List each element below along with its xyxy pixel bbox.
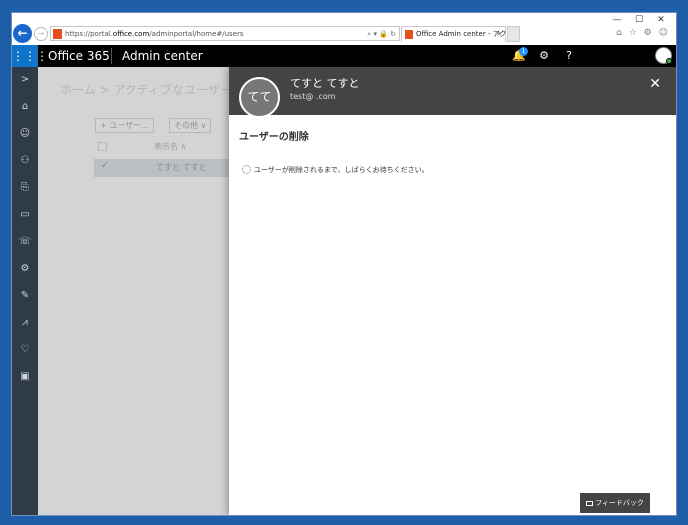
feedback-label: フィードバック xyxy=(595,499,644,507)
groups-icon: ⚇ xyxy=(20,155,30,166)
spinner-icon xyxy=(242,165,251,174)
user-avatar: てて xyxy=(239,77,280,118)
rail-setup[interactable]: ✎ xyxy=(12,285,38,307)
gear-icon: ⚙ xyxy=(539,49,549,62)
address-bar[interactable]: https://portal.office.com/adminportal/ho… xyxy=(50,26,400,41)
tab-close-icon[interactable]: × xyxy=(496,28,502,41)
app-launcher-icon[interactable]: ⋮⋮⋮ xyxy=(12,45,48,67)
account-avatar[interactable] xyxy=(655,47,672,64)
forward-button[interactable]: → xyxy=(34,27,48,41)
o365-top-bar: ⋮⋮⋮ Office 365 Admin center 🔔 1 ⚙ ? xyxy=(12,45,676,67)
user-detail-panel: てて てすと てすと test@ .com ✕ ユーザーの削除 ユーザーが削除さ… xyxy=(229,67,676,515)
feedback-icon xyxy=(586,501,594,506)
rail-support[interactable]: ☏ xyxy=(12,231,38,253)
feedback-button[interactable]: フィードバック xyxy=(580,493,650,513)
home-icon: ⌂ xyxy=(21,101,29,112)
settings-icon: ⚙ xyxy=(20,263,30,274)
section-title: ユーザーの削除 xyxy=(239,132,309,143)
notifications-button[interactable]: 🔔 1 xyxy=(507,45,531,67)
setup-icon: ✎ xyxy=(20,290,30,301)
rail-home[interactable]: ⌂ xyxy=(12,96,38,118)
rail-users[interactable]: ☺ xyxy=(12,123,38,145)
resources-icon: ⎘ xyxy=(21,182,29,193)
settings-button[interactable]: ⚙ xyxy=(532,45,556,67)
chevron-right-icon: > xyxy=(20,74,30,85)
new-tab-button[interactable] xyxy=(507,26,520,42)
back-button[interactable]: ← xyxy=(13,24,32,43)
rail-settings[interactable]: ⚙ xyxy=(12,258,38,280)
browser-nav-bar: ← → https://portal.office.com/adminporta… xyxy=(12,23,676,45)
rail-expand[interactable]: > xyxy=(12,69,38,91)
rail-admin-centers[interactable]: ▣ xyxy=(12,366,38,388)
address-tools[interactable]: ⌕ ▾ 🔒 ↻ xyxy=(367,28,396,40)
health-icon: ♡ xyxy=(20,344,30,355)
title-bar: — ☐ ✕ xyxy=(12,13,676,25)
office-tab-icon xyxy=(405,30,413,39)
rail-health[interactable]: ♡ xyxy=(12,339,38,361)
tab-title: Office Admin center - アクテ... xyxy=(416,30,521,38)
user-name: てすと てすと xyxy=(290,77,360,90)
close-icon[interactable]: ✕ xyxy=(649,76,661,92)
user-email: test@ .com xyxy=(290,92,336,101)
billing-icon: ▭ xyxy=(20,209,30,220)
browser-toolbar-icons[interactable]: ⌂ ☆ ⚙ ☺ xyxy=(616,28,670,38)
browser-window: — ☐ ✕ ← → https://portal.office.com/admi… xyxy=(11,12,677,516)
reports-icon: ⩘ xyxy=(22,317,28,328)
rail-resources[interactable]: ⎘ xyxy=(12,177,38,199)
browser-tab[interactable]: Office Admin center - アクテ... × xyxy=(401,26,520,42)
rail-billing[interactable]: ▭ xyxy=(12,204,38,226)
support-icon: ☏ xyxy=(18,236,32,247)
help-button[interactable]: ? xyxy=(557,45,581,67)
user-icon: ☺ xyxy=(19,128,31,139)
panel-header: てて てすと てすと test@ .com ✕ xyxy=(229,67,676,118)
presence-icon xyxy=(666,58,672,64)
help-icon: ? xyxy=(566,49,572,62)
address-url[interactable]: https://portal.office.com/adminportal/ho… xyxy=(65,28,244,40)
brand-title[interactable]: Office 365 xyxy=(48,45,110,67)
office-favicon-icon xyxy=(53,29,62,39)
status-message: ユーザーが削除されるまで、しばらくお待ちください。 xyxy=(254,166,429,174)
rail-reports[interactable]: ⩘ xyxy=(12,312,38,334)
left-nav-rail: > ⌂ ☺ ⚇ ⎘ ▭ ☏ ⚙ ✎ ⩘ ♡ ▣ xyxy=(12,67,38,515)
divider xyxy=(111,48,112,64)
notification-badge: 1 xyxy=(519,47,528,56)
rail-groups[interactable]: ⚇ xyxy=(12,150,38,172)
app-title: Admin center xyxy=(122,49,203,63)
admin-centers-icon: ▣ xyxy=(20,371,30,382)
